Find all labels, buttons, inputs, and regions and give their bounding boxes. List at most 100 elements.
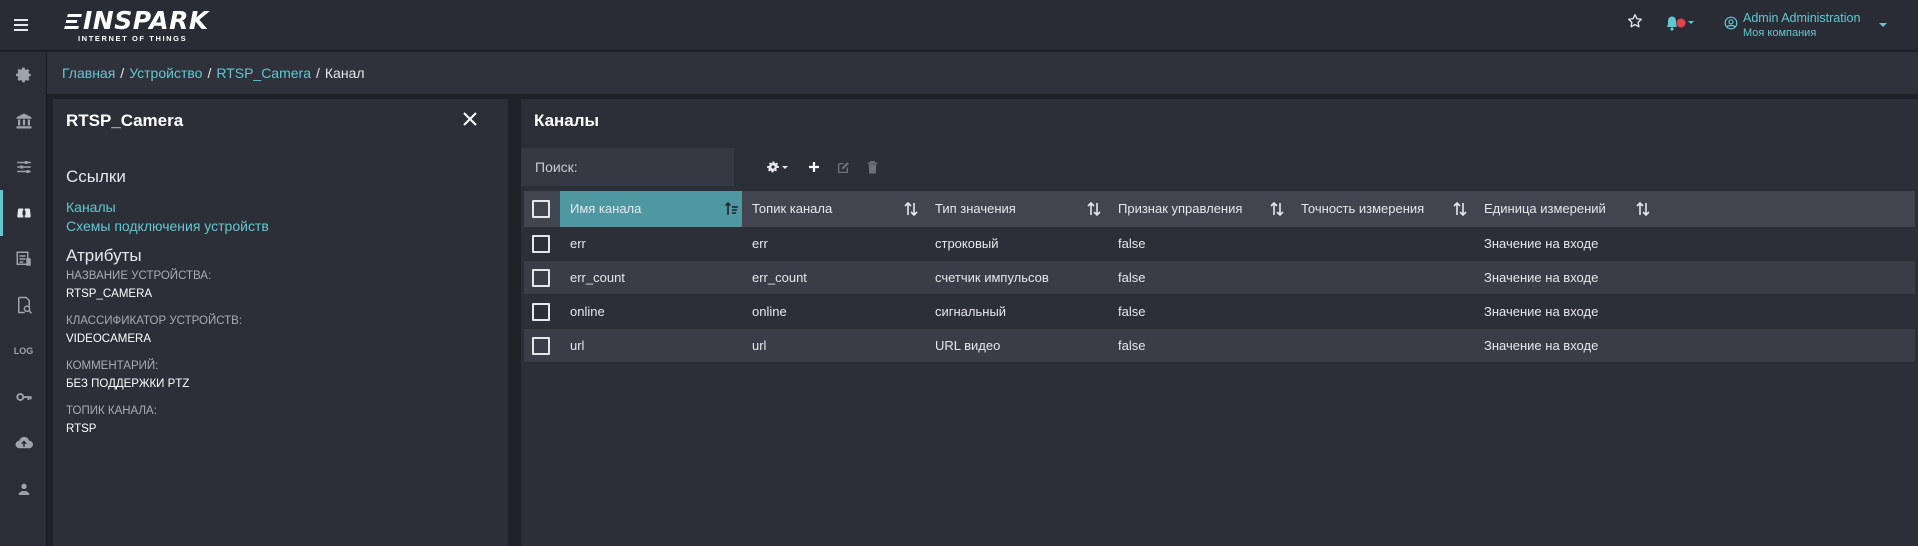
sort-icon: [1453, 201, 1467, 217]
col-header-label: Признак управления: [1118, 201, 1243, 216]
gear-icon: [15, 67, 31, 83]
key-icon: [15, 393, 32, 401]
settings-dropdown-button[interactable]: [765, 157, 791, 177]
sort-icon: [1636, 201, 1650, 217]
cell-value-type: URL видео: [935, 338, 1001, 353]
star-icon[interactable]: [1627, 13, 1647, 33]
cell-value-type: строковый: [935, 236, 999, 251]
table-row[interactable]: err_count err_count счетчик импульсов fa…: [524, 261, 1915, 295]
breadcrumb: Главная / Устройство / RTSP_Camera / Канал: [47, 52, 1918, 94]
add-button[interactable]: [805, 157, 823, 177]
add-icon: [809, 162, 819, 172]
attr-label-comment: Комментарий:: [66, 360, 159, 372]
link-channels[interactable]: Каналы: [66, 199, 116, 215]
breadcrumb-link-device[interactable]: Устройство: [129, 65, 202, 81]
channels-title: Каналы: [534, 111, 600, 130]
sidebar-item-upload[interactable]: [0, 420, 47, 466]
user-company: Моя компания: [1743, 27, 1817, 39]
sort-icon: [904, 201, 918, 217]
device-title: RTSP_Camera: [66, 111, 184, 130]
table-row[interactable]: url url URL видео false Значение на вход…: [524, 329, 1915, 363]
notifications-button[interactable]: [1664, 13, 1704, 33]
sidebar-item-log[interactable]: LOG: [0, 328, 47, 374]
attr-value-classifier: VIDEOCAMERA: [66, 333, 151, 345]
cell-value-type: сигнальный: [935, 304, 1007, 319]
col-header-label: Точность измерения: [1301, 201, 1425, 216]
top-bar: INSPARK INTERNET OF THINGS Admin Adminis…: [0, 0, 1918, 51]
sidebar-item-bank[interactable]: [0, 98, 47, 144]
sidebar-item-user[interactable]: [0, 466, 47, 512]
delete-icon: [867, 160, 877, 173]
col-header-precision[interactable]: Точность измерения: [1291, 191, 1474, 227]
bank-icon: [16, 113, 31, 129]
table-row[interactable]: err err строковый false Значение на вход…: [524, 227, 1915, 261]
devices-icon: [16, 208, 31, 218]
select-all-checkbox[interactable]: [532, 200, 550, 218]
col-header-channel-topic[interactable]: Топик канала: [742, 191, 925, 227]
bell-icon: [1667, 16, 1677, 31]
col-header-unit[interactable]: Единица измерений: [1474, 191, 1657, 227]
sidebar-item-sliders[interactable]: [0, 144, 47, 190]
user-name: Admin Administration: [1743, 11, 1861, 25]
close-icon[interactable]: [462, 111, 482, 131]
device-panel: RTSP_Camera Ссылки Каналы Схемы подключе…: [53, 99, 508, 546]
attr-label-channel-topic: Топик канала:: [66, 405, 157, 417]
row-checkbox[interactable]: [532, 235, 550, 253]
breadcrumb-link-camera[interactable]: RTSP_Camera: [216, 65, 311, 81]
cloud-upload-icon: [15, 436, 33, 449]
cell-unit: Значение на входе: [1484, 236, 1599, 251]
cell-channel-topic: url: [752, 338, 767, 353]
user-menu[interactable]: Admin Administration Моя компания: [1721, 10, 1891, 42]
sidebar-item-search-doc[interactable]: [0, 282, 47, 328]
col-header-value-type[interactable]: Тип значения: [925, 191, 1108, 227]
attr-value-channel-topic: RTSP: [66, 423, 97, 435]
cell-precision: [1291, 295, 1301, 329]
cell-unit: Значение на входе: [1484, 338, 1599, 353]
cell-unit: Значение на входе: [1484, 304, 1599, 319]
user-icon: [18, 483, 29, 495]
sliders-icon: [16, 161, 31, 173]
delete-button[interactable]: [863, 157, 881, 177]
col-header-channel-name[interactable]: Имя канала: [560, 191, 742, 227]
row-checkbox[interactable]: [532, 337, 550, 355]
document-search-icon: [17, 296, 32, 314]
cell-unit: Значение на входе: [1484, 270, 1599, 285]
table-row[interactable]: online online сигнальный false Значение …: [524, 295, 1915, 329]
cell-precision: [1291, 227, 1301, 261]
link-connection-schemes[interactable]: Схемы подключения устройств: [66, 218, 269, 234]
col-header-label: Имя канала: [570, 201, 642, 216]
col-header-control-flag[interactable]: Признак управления: [1108, 191, 1291, 227]
menu-icon[interactable]: [14, 15, 34, 35]
chevron-down-icon: [1879, 23, 1887, 27]
sidebar-item-gear[interactable]: [0, 52, 47, 98]
cell-control-flag: false: [1118, 338, 1146, 353]
attributes-section-title: Атрибуты: [66, 246, 142, 265]
table-header: Имя канала Топик канала Тип значения При…: [524, 191, 1915, 227]
row-checkbox[interactable]: [532, 269, 550, 287]
user-circle-icon: [1724, 16, 1738, 30]
col-header-label: Топик канала: [752, 201, 833, 216]
edit-button[interactable]: [834, 157, 852, 177]
log-icon: LOG: [13, 346, 34, 356]
cell-channel-topic: online: [752, 304, 787, 319]
attr-value-comment: БЕЗ ПОДДЕРЖКИ PTZ: [66, 378, 190, 390]
sidebar-item-key[interactable]: [0, 374, 47, 420]
cell-control-flag: false: [1118, 304, 1146, 319]
attr-label-classifier: Классификатор устройств:: [66, 315, 243, 327]
cell-control-flag: false: [1118, 236, 1146, 251]
notification-dot: [1676, 18, 1686, 28]
report-icon: [16, 251, 31, 266]
row-checkbox[interactable]: [532, 303, 550, 321]
cell-value-type: счетчик импульсов: [935, 270, 1049, 285]
breadcrumb-link-home[interactable]: Главная: [62, 65, 115, 81]
search-input[interactable]: [521, 148, 734, 186]
col-header-label: Единица измерений: [1484, 201, 1606, 216]
logo[interactable]: INSPARK INTERNET OF THINGS: [64, 8, 208, 43]
edit-icon: [837, 161, 849, 173]
cell-channel-name: online: [570, 304, 605, 319]
cell-channel-topic: err_count: [752, 270, 807, 285]
cell-precision: [1291, 261, 1301, 295]
sidebar-item-reports[interactable]: [0, 236, 47, 282]
sidebar-item-devices[interactable]: [0, 190, 47, 236]
logo-mark: [64, 13, 82, 29]
